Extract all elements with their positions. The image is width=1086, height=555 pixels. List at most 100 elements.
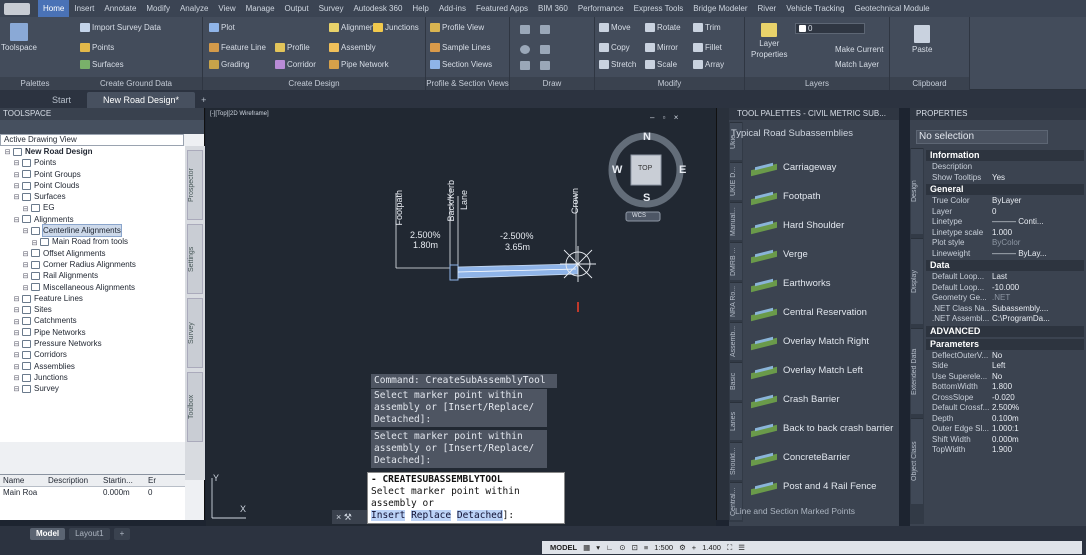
properties-section-advanced[interactable]: ADVANCED xyxy=(926,325,1084,337)
tree-item[interactable]: ⊟ Survey xyxy=(0,383,185,394)
tree-item[interactable]: ⊟ EG xyxy=(0,202,185,213)
layer-properties-button[interactable]: Layer Properties xyxy=(751,23,787,59)
palette-item[interactable]: Crash Barrier xyxy=(751,388,840,410)
ribbon-tab-analyze[interactable]: Analyze xyxy=(175,0,213,17)
tree-item[interactable]: ⊟ Miscellaneous Alignments xyxy=(0,282,185,293)
palettes-panel-title[interactable]: Palettes xyxy=(0,77,70,90)
toolspace-tab-toolbox[interactable]: Toolbox xyxy=(187,372,203,442)
rotate-button[interactable]: Rotate xyxy=(645,23,681,32)
palette-item[interactable]: Back to back crash barrier xyxy=(751,417,893,439)
paste-button[interactable]: Paste xyxy=(912,25,932,54)
tree-item[interactable]: ⊟ Pipe Networks xyxy=(0,327,185,338)
lane-subassembly[interactable] xyxy=(457,263,579,279)
polyline-tool[interactable] xyxy=(540,25,550,34)
tree-item[interactable]: ⊟ Rail Alignments xyxy=(0,270,185,281)
draw-panel-title[interactable]: Draw xyxy=(510,77,594,90)
tree-item[interactable]: ⊟ Points xyxy=(0,157,185,168)
tree-item[interactable]: ⊟ Feature Lines xyxy=(0,293,185,304)
tree-expand-icon[interactable]: ⊟ xyxy=(21,226,30,235)
viewcube-north[interactable]: N xyxy=(643,131,651,143)
tree-expand-icon[interactable]: ⊟ xyxy=(12,305,21,314)
toolspace-tab-prospector[interactable]: Prospector xyxy=(187,150,203,220)
ribbon-tab-insert[interactable]: Insert xyxy=(69,0,99,17)
tree-item[interactable]: ⊟ Junctions xyxy=(0,372,185,383)
palette-item[interactable]: Carriageway xyxy=(751,156,836,178)
grading-button[interactable]: Grading xyxy=(209,60,249,69)
viewcube-south[interactable]: S xyxy=(643,192,650,204)
corridor-button[interactable]: Corridor xyxy=(275,60,316,69)
profile-section-panel-title[interactable]: Profile & Section Views xyxy=(426,77,509,90)
tree-item[interactable]: ⊟ Main Road from tools xyxy=(0,236,185,247)
property-row[interactable]: DeflectOuterV... No xyxy=(928,351,1084,361)
ribbon-tab-featured-apps[interactable]: Featured Apps xyxy=(471,0,533,17)
modify-panel-title[interactable]: Modify xyxy=(595,77,744,90)
property-row[interactable]: Default Crossf... 2.500% xyxy=(928,403,1084,413)
workspace-gear-icon[interactable]: ⚙ xyxy=(679,543,686,552)
option-insert[interactable]: Insert xyxy=(371,510,406,521)
command-line[interactable]: - CREATESUBASSEMBLYTOOL Select marker po… xyxy=(367,472,565,524)
ribbon-tab-bridge-modeler[interactable]: Bridge Modeler xyxy=(688,0,752,17)
copy-button[interactable]: Copy xyxy=(599,43,630,52)
palette-item[interactable]: Hard Shoulder xyxy=(751,214,844,236)
property-row[interactable]: Show Tooltips Yes xyxy=(928,173,1084,183)
tree-expand-icon[interactable]: ⊟ xyxy=(12,350,21,359)
grid-col-name[interactable]: Name xyxy=(0,475,45,486)
palette-item[interactable]: Post and 4 Rail Fence xyxy=(751,475,876,497)
palette-item[interactable]: Central Reservation xyxy=(751,301,867,323)
toolspace-tab-survey[interactable]: Survey xyxy=(187,298,203,368)
properties-section-parameters[interactable]: Parameters xyxy=(926,338,1084,350)
palette-item[interactable]: Overlay Match Right xyxy=(751,330,869,352)
arc-tool[interactable] xyxy=(540,45,550,54)
osnap-toggle-icon[interactable]: ⊡ xyxy=(632,543,638,552)
property-row[interactable]: TopWidth 1.900 xyxy=(928,445,1084,455)
tree-expand-icon[interactable]: ⊟ xyxy=(21,204,30,213)
palette-tab[interactable]: NRA Ro... xyxy=(730,282,742,320)
tree-expand-icon[interactable]: ⊟ xyxy=(21,260,30,269)
property-row[interactable]: .NET Class Na... Subassembly.... xyxy=(928,304,1084,314)
kerb-subassembly[interactable] xyxy=(449,264,459,281)
wcs-label[interactable]: WCS xyxy=(632,213,646,219)
ribbon-tab-help[interactable]: Help xyxy=(407,0,433,17)
fullscreen-icon[interactable]: ⛶ xyxy=(727,543,732,553)
property-row[interactable]: Shift Width 0.000m xyxy=(928,435,1084,445)
palette-tab[interactable]: Assemb... xyxy=(730,322,742,360)
option-replace[interactable]: Replace xyxy=(411,510,452,521)
ribbon-tab-add-ins[interactable]: Add-ins xyxy=(434,0,471,17)
make-current-button[interactable]: Make Current xyxy=(835,45,883,54)
property-row[interactable]: Use Superele... No xyxy=(928,372,1084,382)
tree-item[interactable]: ⊟ Alignments xyxy=(0,214,185,225)
import-survey-data-button[interactable]: Import Survey Data xyxy=(80,23,161,32)
property-row[interactable]: Linetype scale 1.000 xyxy=(928,228,1084,238)
ribbon-tab-view[interactable]: View xyxy=(213,0,240,17)
array-button[interactable]: Array xyxy=(693,60,724,69)
tree-item[interactable]: ⊟ Catchments xyxy=(0,315,185,326)
tree-expand-icon[interactable]: ⊟ xyxy=(12,170,21,179)
create-design-panel-title[interactable]: Create Design xyxy=(203,77,425,90)
properties-tab[interactable]: Design xyxy=(911,148,923,234)
palette-tab[interactable]: DMRB ... xyxy=(730,242,742,280)
tree-expand-icon[interactable]: ⊟ xyxy=(12,158,21,167)
ribbon-tab-survey[interactable]: Survey xyxy=(314,0,349,17)
palette-footer-item[interactable]: Line and Section Marked Points xyxy=(735,506,855,516)
clipboard-panel-title[interactable]: Clipboard xyxy=(890,77,969,90)
layout1-tab[interactable]: Layout1 xyxy=(69,528,110,540)
tree-item[interactable]: ⊟ Corner Radius Alignments xyxy=(0,259,185,270)
tree-item[interactable]: ⊟ Sites xyxy=(0,304,185,315)
table-row[interactable]: Main Roa 0.000m 0 xyxy=(0,487,185,499)
tree-item[interactable]: ⊟ Offset Alignments xyxy=(0,248,185,259)
tree-expand-icon[interactable]: ⊟ xyxy=(12,294,21,303)
properties-tab[interactable]: Object Class xyxy=(911,418,923,504)
grid-toggle-icon[interactable]: ▦ xyxy=(583,543,590,552)
model-tab[interactable]: Model xyxy=(30,528,66,540)
tree-expand-icon[interactable]: ⊟ xyxy=(12,362,21,371)
assembly-button[interactable]: Assembly xyxy=(329,43,376,52)
hatch-tool[interactable] xyxy=(540,61,550,70)
tree-expand-icon[interactable]: ⊟ xyxy=(12,384,21,393)
selection-dropdown[interactable]: No selection xyxy=(916,130,1048,144)
ribbon-tab-geotechnical-module[interactable]: Geotechnical Module xyxy=(849,0,934,17)
profile-button[interactable]: Profile xyxy=(275,43,310,52)
polar-toggle-icon[interactable]: ⊙ xyxy=(619,543,625,552)
grid-col-start[interactable]: Startin... xyxy=(100,475,145,486)
new-tab-button[interactable]: + xyxy=(195,92,212,108)
property-row[interactable]: Layer 0 xyxy=(928,207,1084,217)
